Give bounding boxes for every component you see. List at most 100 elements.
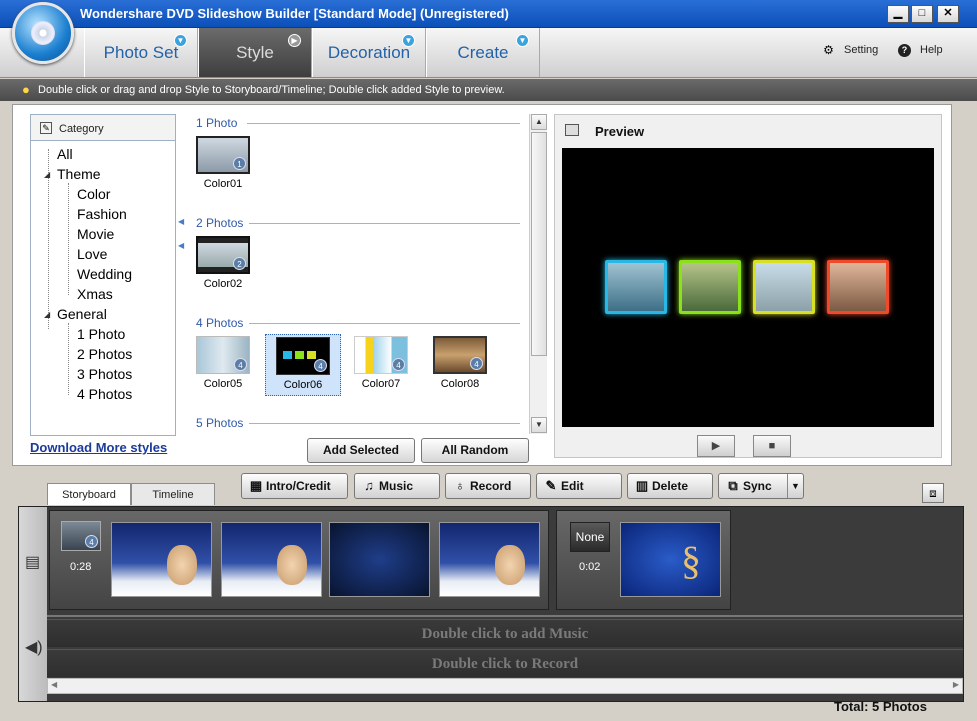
dropdown-arrow-icon[interactable]: ▼ [787,474,803,498]
title-bar: Wondershare DVD Slideshow Builder [Stand… [0,0,977,28]
tree-item-2-photos[interactable]: 2 Photos [77,344,132,364]
app-logo [12,2,74,64]
tab-style[interactable]: Style ▶ [198,28,312,77]
button-label: Delete [652,479,689,493]
scroll-thumb[interactable] [531,132,547,356]
category-header-label: Category [59,123,104,135]
no-style-label[interactable]: None [570,522,610,552]
style-thumbnail: 4 [276,337,330,375]
help-icon: ? [898,44,911,57]
tree-item-wedding[interactable]: Wedding [77,264,132,284]
style-color01[interactable]: 1 Color01 [187,136,259,196]
tree-item-fashion[interactable]: Fashion [77,204,127,224]
tree-item-love[interactable]: Love [77,244,107,264]
style-list-scrollbar[interactable]: ▲ ▼ [529,114,547,434]
edit-button[interactable]: ✎ Edit [536,473,622,499]
stop-button[interactable]: ■ [753,435,791,457]
delete-button[interactable]: ▥ Delete [627,473,713,499]
style-color06[interactable]: 4 Color06 [265,334,341,396]
tab-timeline[interactable]: Timeline [131,483,215,505]
tab-label: Style [236,43,274,62]
trash-icon: ▥ [635,478,649,493]
storyboard-clip-group[interactable]: None 0:02 § [556,510,731,610]
setting-link[interactable]: Setting [844,44,878,56]
storyboard-photo[interactable] [439,522,540,597]
scroll-right-icon[interactable]: ▶ [953,680,959,689]
arrow-down-icon: ▼ [402,34,415,47]
tree-item-movie[interactable]: Movie [77,224,114,244]
category-icon: ✎ [40,122,52,134]
tab-label: Create [457,43,509,62]
button-label: Sync [743,479,772,493]
splitter-arrows[interactable]: ◀ ◀ [178,210,184,260]
minimize-button[interactable]: ▁ [887,5,909,23]
expand-view-icon[interactable]: ⧈ [922,483,944,503]
preview-screen [562,148,934,427]
sync-button[interactable]: ⧉ Sync ▼ [718,473,804,499]
tab-photo-set[interactable]: Photo Set ▼ [84,28,198,77]
maximize-button[interactable]: □ [911,5,933,23]
style-label: Color07 [361,378,401,390]
tree-item-all[interactable]: All [57,144,73,164]
photo-subject [167,545,197,585]
tab-decoration[interactable]: Decoration ▼ [312,28,426,77]
close-button[interactable]: ✕ [937,5,959,23]
photo-count-badge: 2 [233,257,246,270]
tab-create[interactable]: Create ▼ [426,28,540,77]
clip-duration: 0:28 [70,561,92,573]
style-label: Color08 [440,378,480,390]
preview-photo-frame [679,260,741,314]
storyboard-photo[interactable] [111,522,212,597]
download-more-styles-link[interactable]: Download More styles [30,440,167,455]
storyboard-photo[interactable] [329,522,430,597]
tree-item-color[interactable]: Color [77,184,110,204]
film-strip-icon: ▤ [25,554,41,571]
music-button[interactable]: ♫ Music [354,473,440,499]
record-button[interactable]: ♁ Record [445,473,531,499]
storyboard-scrollbar[interactable]: ◀ ▶ [47,678,963,694]
scroll-left-icon[interactable]: ◀ [51,680,57,689]
music-note-icon: ♫ [364,478,374,493]
color-frame [307,351,316,359]
tree-item-4-photos[interactable]: 4 Photos [77,384,132,404]
storyboard-clip-group[interactable]: 4 0:28 [49,510,549,610]
photo-count-badge: 4 [470,357,483,370]
scroll-up-icon[interactable]: ▲ [531,114,547,130]
window-title: Wondershare DVD Slideshow Builder [Stand… [80,6,509,21]
scroll-down-icon[interactable]: ▼ [531,417,547,433]
tree-item-xmas[interactable]: Xmas [77,284,113,304]
music-track[interactable]: Double click to add Music [47,619,963,647]
style-label: Color06 [283,379,323,391]
record-track[interactable]: Double click to Record [47,649,963,677]
style-thumbnail: 4 [433,336,487,374]
style-color05[interactable]: 4 Color05 [187,336,259,396]
track-icons-strip [19,507,47,701]
storyboard-photo[interactable] [221,522,322,597]
play-button[interactable]: ▶ [697,435,735,457]
preview-photo-frame [605,260,667,314]
group-heading-4-photos: 4 Photos [196,316,244,330]
tab-storyboard[interactable]: Storyboard [47,483,131,505]
help-link[interactable]: Help [920,44,943,56]
main-toolbar: Photo Set ▼ Style ▶ Decoration ▼ Create … [0,28,977,78]
intro-credit-button[interactable]: ▦ Intro/Credit [241,473,348,499]
arrow-down-icon: ▼ [516,34,529,47]
add-selected-button[interactable]: Add Selected [307,438,415,463]
tree-item-general[interactable]: General [57,304,107,324]
group-divider [249,423,520,424]
style-applied-thumbnail[interactable]: 4 [61,521,101,551]
expander-icon[interactable]: ◢ [44,310,50,319]
tree-item-1-photo[interactable]: 1 Photo [77,324,125,344]
tree-item-3-photos[interactable]: 3 Photos [77,364,132,384]
track-separator [47,615,963,617]
expander-icon[interactable]: ◢ [44,170,50,179]
preview-icon [565,124,579,136]
tree-item-theme[interactable]: Theme [57,164,101,184]
storyboard-photo[interactable]: § [620,522,721,597]
preview-photo-frame [753,260,815,314]
style-color07[interactable]: 4 Color07 [345,336,417,396]
all-random-button[interactable]: All Random [421,438,529,463]
photo-subject [277,545,307,585]
style-color02[interactable]: 2 Color02 [187,236,259,296]
style-color08[interactable]: 4 Color08 [424,336,496,396]
